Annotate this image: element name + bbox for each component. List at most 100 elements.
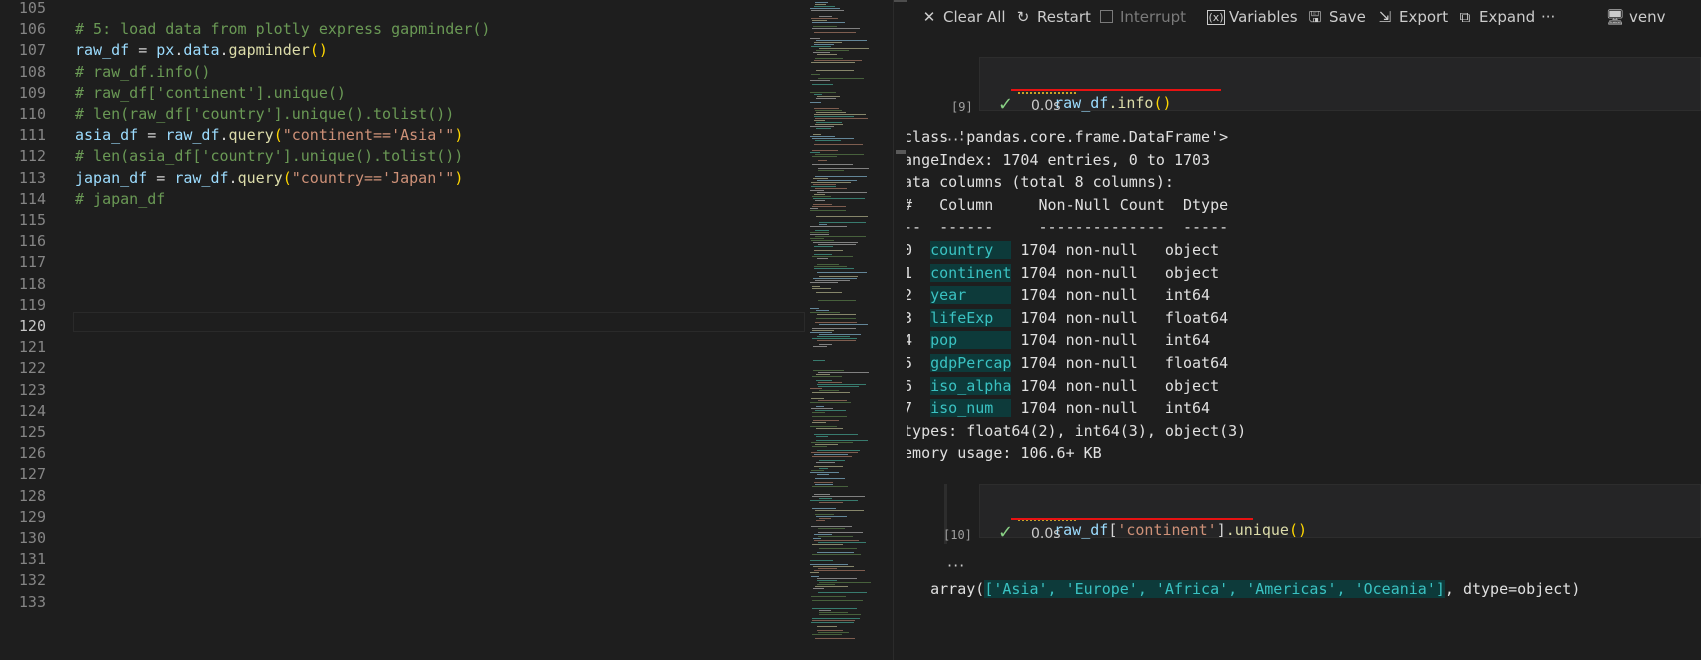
minimap-line: [818, 528, 845, 529]
minimap-line: [812, 256, 853, 257]
column-info-row: 4 pop 1704 non-null int64: [907, 329, 1246, 352]
minimap-line: [811, 452, 858, 453]
minimap-line: [812, 206, 846, 207]
minimap-line: [814, 454, 848, 455]
minimap-line: [818, 592, 867, 593]
minimap-line: [811, 408, 833, 409]
minimap-line: [812, 150, 838, 151]
line-number: 114: [18, 189, 46, 208]
code-token: (: [282, 168, 292, 187]
code-token: query: [228, 126, 274, 145]
line-number: 131: [18, 550, 46, 569]
minimap-line: [816, 216, 868, 217]
restart-button[interactable]: ↻ Restart: [1013, 6, 1091, 28]
minimap-line: [810, 472, 839, 473]
code-token: =: [147, 168, 175, 187]
cell-1-output-header: <class 'pandas.core.frame.DataFrame'> Ran…: [907, 126, 1246, 239]
column-details: 1704 non-null object: [1011, 263, 1229, 282]
minimap-line: [810, 388, 822, 389]
minimap-line: [814, 570, 865, 571]
line-code: # japan_df: [75, 188, 165, 210]
column-info-row: 7 iso_num 1704 non-null int64: [907, 397, 1246, 420]
more-actions-button[interactable]: ···: [1541, 6, 1555, 28]
restart-label: Restart: [1037, 8, 1091, 26]
minimap-line: [810, 226, 847, 227]
cell-2-output-post: , dtype=object): [1444, 579, 1581, 598]
clear-all-button[interactable]: ✕ Clear All: [919, 6, 1006, 28]
minimap-line: [817, 450, 860, 451]
minimap[interactable]: [805, 0, 893, 660]
minimap-line: [815, 140, 841, 141]
minimap-line: [817, 54, 837, 55]
minimap-line: [816, 292, 842, 293]
code-token: data: [183, 41, 220, 60]
code-token: # raw_df['continent'].unique(): [75, 83, 346, 102]
minimap-line: [815, 154, 864, 155]
variables-button[interactable]: (x) Variables: [1207, 6, 1298, 28]
minimap-line: [815, 118, 868, 119]
restart-icon: ↻: [1016, 8, 1030, 26]
column-name: iso_num: [930, 399, 1012, 418]
scrollbar-thumb[interactable]: [896, 150, 906, 154]
minimap-line: [812, 138, 854, 139]
code-token: # japan_df: [75, 189, 166, 208]
minimap-line: [814, 94, 822, 95]
save-button[interactable]: 🖫 Save: [1305, 6, 1366, 28]
minimap-line: [814, 194, 825, 195]
minimap-line: [814, 246, 833, 247]
minimap-line: [810, 8, 840, 9]
column-name: gdpPercap: [930, 353, 1012, 372]
minimap-line: [811, 46, 831, 47]
editor-scrollbar[interactable]: [893, 0, 908, 660]
expand-button[interactable]: ⧉ Expand: [1455, 6, 1535, 28]
minimap-line: [816, 50, 849, 51]
minimap-line: [819, 610, 831, 611]
minimap-line: [812, 84, 833, 85]
minimap-line: [811, 74, 820, 75]
minimap-line: [812, 618, 860, 619]
minimap-line: [818, 168, 869, 169]
minimap-line: [816, 436, 828, 437]
expand-icon: ⧉: [1459, 8, 1471, 26]
column-name: country: [930, 240, 1012, 259]
minimap-line: [818, 244, 856, 245]
cell-2-code-lb: [: [1108, 521, 1118, 539]
export-button[interactable]: ⇲ Export: [1375, 6, 1448, 28]
minimap-line: [810, 152, 820, 153]
code-editor[interactable]: 105 106 # 5: load data from plotly express…: [0, 0, 805, 660]
line-number: 111: [18, 126, 46, 145]
minimap-line: [815, 478, 845, 479]
minimap-line: [815, 124, 843, 125]
minimap-line: [816, 520, 825, 521]
minimap-line: [819, 582, 871, 583]
minimap-line: [816, 70, 854, 71]
minimap-line: [812, 22, 845, 23]
line-number: 125: [18, 423, 46, 441]
minimap-line: [819, 16, 832, 17]
minimap-line: [813, 420, 839, 421]
code-token: ): [454, 168, 464, 187]
cell-1-duration: 0.0s: [1031, 98, 1061, 114]
minimap-line: [814, 434, 858, 435]
save-icon: 🖫: [1308, 8, 1322, 26]
minimap-line: [813, 178, 828, 179]
interrupt-button[interactable]: Interrupt: [1096, 6, 1186, 28]
minimap-line: [814, 144, 863, 145]
code-token: raw_df: [165, 126, 220, 145]
minimap-line: [811, 18, 838, 19]
minimap-line: [816, 318, 856, 319]
minimap-line: [810, 564, 848, 565]
column-details: 1704 non-null float64: [1011, 308, 1229, 327]
line-code: # 5: load data from plotly express gapmi…: [75, 18, 490, 40]
minimap-line: [811, 398, 824, 399]
minimap-line: [819, 334, 861, 335]
line-number: 119: [18, 295, 46, 314]
kernel-picker[interactable]: 🖥 venv: [1605, 6, 1665, 28]
minimap-line: [811, 442, 853, 443]
minimap-line: [816, 128, 831, 129]
minimap-line: [812, 486, 848, 487]
